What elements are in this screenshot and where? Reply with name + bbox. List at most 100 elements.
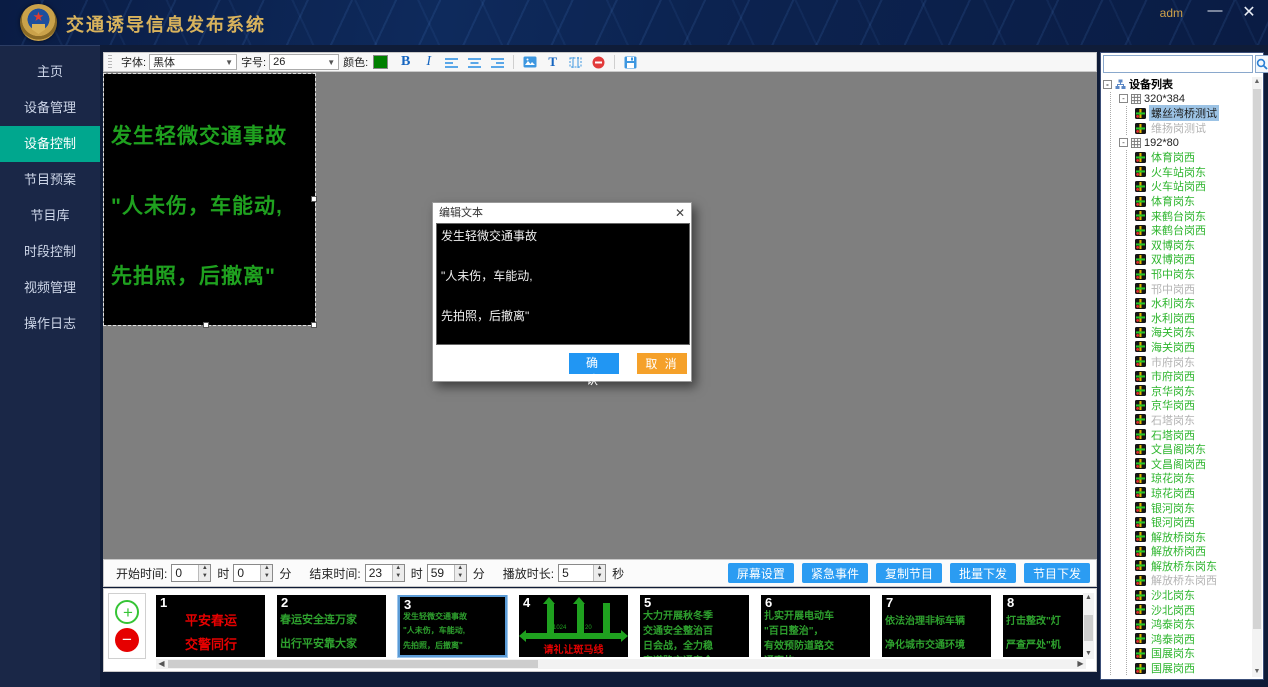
sidebar-item-设备控制[interactable]: 设备控制 [0,126,100,162]
spin-up-icon[interactable]: ▲ [261,565,272,573]
spin-down-icon[interactable]: ▼ [199,573,210,581]
spin-up-icon[interactable]: ▲ [455,565,466,573]
align-left-icon[interactable] [444,55,459,70]
tree-expander-icon[interactable]: - [1103,80,1112,89]
start-hour-stepper[interactable]: 0 ▲▼ [171,564,211,582]
duration-stepper[interactable]: 5 ▲▼ [558,564,606,582]
copy-program-button[interactable]: 复制节目 [876,563,942,583]
confirm-button[interactable]: 确 认 [569,353,619,374]
search-icon[interactable] [1255,55,1268,73]
insert-image-icon[interactable] [522,55,537,70]
playlist-thumbnail[interactable]: 2春运安全连万家出行平安靠大家 [277,595,386,657]
device-node[interactable]: 鸿泰岗西 [1135,632,1251,647]
playlist-vertical-scrollbar[interactable]: ▲ ▼ [1083,593,1094,659]
device-node[interactable]: 国展岗西 [1135,661,1251,676]
close-icon[interactable]: ✕ [1238,2,1260,22]
color-swatch[interactable] [373,55,388,69]
add-frame-button[interactable]: + [115,600,139,624]
scrollbar-thumb[interactable] [1084,615,1093,641]
minimize-icon[interactable]: — [1204,2,1226,19]
device-node[interactable]: 来鹤台岗东 [1135,208,1251,223]
device-node[interactable]: 解放桥岗东 [1135,529,1251,544]
sidebar-item-视频管理[interactable]: 视频管理 [0,270,100,306]
tree-root[interactable]: -设备列表 [1103,77,1251,92]
tree-expander-icon[interactable]: - [1119,138,1128,147]
selection-handle[interactable] [311,322,317,328]
sidebar-item-操作日志[interactable]: 操作日志 [0,306,100,342]
device-node[interactable]: 银河岗东 [1135,500,1251,515]
device-node[interactable]: 沙北岗东 [1135,588,1251,603]
emergency-event-button[interactable]: 紧急事件 [802,563,868,583]
playlist-thumbnail[interactable]: 6扎实开展电动车"百日整治"，有效预防道路交通事故。 [761,595,870,657]
device-node[interactable]: 琼花岗西 [1135,486,1251,501]
stop-icon[interactable] [591,55,606,70]
scroll-down-icon[interactable]: ▼ [1252,667,1262,677]
cancel-button[interactable]: 取 消 [637,353,687,374]
device-node[interactable]: 解放桥东岗东 [1135,559,1251,574]
sidebar-item-时段控制[interactable]: 时段控制 [0,234,100,270]
device-node[interactable]: 水利岗西 [1135,311,1251,326]
text-editor-area[interactable]: 发生轻微交通事故"人未伤，车能动,先拍照，后撤离" [436,223,690,345]
playlist-horizontal-scrollbar[interactable]: ◀ ▶ [156,659,1086,669]
end-hour-stepper[interactable]: 23 ▲▼ [365,564,405,582]
scroll-right-icon[interactable]: ▶ [1075,659,1086,669]
playlist-thumbnail[interactable]: 7依法治理非标车辆净化城市交通环境 [882,595,991,657]
close-icon[interactable]: ✕ [675,206,685,220]
send-program-button[interactable]: 节目下发 [1024,563,1090,583]
start-minute-stepper[interactable]: 0 ▲▼ [233,564,273,582]
device-node[interactable]: 螺丝湾桥测试 [1135,106,1251,121]
device-node[interactable]: 文昌阁岗西 [1135,456,1251,471]
text-tool-icon[interactable]: T [545,55,560,70]
toolbar-grip[interactable] [108,55,112,69]
spin-down-icon[interactable]: ▼ [261,573,272,581]
bold-icon[interactable]: B [398,55,413,70]
align-center-icon[interactable] [467,55,482,70]
device-node[interactable]: 来鹤台岗西 [1135,223,1251,238]
device-node[interactable]: 石塔岗西 [1135,427,1251,442]
device-node[interactable]: 体育岗西 [1135,150,1251,165]
device-node[interactable]: 双博岗西 [1135,252,1251,267]
playlist-thumbnail[interactable]: 1平安春运交警同行 [156,595,265,657]
delete-frame-button[interactable]: − [115,628,139,652]
scrollbar-thumb[interactable] [168,660,538,668]
device-node[interactable]: 邗中岗东 [1135,267,1251,282]
sidebar-item-节目预案[interactable]: 节目预案 [0,162,100,198]
tree-group-192*80[interactable]: -192*80 [1119,135,1251,150]
device-node[interactable]: 市府岗东 [1135,354,1251,369]
selection-handle[interactable] [311,196,317,202]
screen-settings-button[interactable]: 屏幕设置 [728,563,794,583]
device-node[interactable]: 银河岗西 [1135,515,1251,530]
device-node[interactable]: 京华岗东 [1135,383,1251,398]
spin-up-icon[interactable]: ▲ [594,565,605,573]
device-search-input[interactable] [1103,55,1253,73]
spin-down-icon[interactable]: ▼ [455,573,466,581]
device-node[interactable]: 邗中岗西 [1135,281,1251,296]
device-node[interactable]: 火车站岗东 [1135,165,1251,180]
playlist-thumbnail[interactable]: 3发生轻微交通事故"人未伤，车能动,先拍照，后撤离" [398,595,507,657]
scroll-up-icon[interactable]: ▲ [1252,77,1262,87]
spin-down-icon[interactable]: ▼ [393,573,404,581]
save-icon[interactable] [623,55,638,70]
device-node[interactable]: 国展岗东 [1135,646,1251,661]
end-minute-stepper[interactable]: 59 ▲▼ [427,564,467,582]
tree-expander-icon[interactable]: - [1119,94,1128,103]
sidebar-item-主页[interactable]: 主页 [0,54,100,90]
selection-handle[interactable] [203,322,209,328]
scrollbar-thumb[interactable] [1253,89,1261,629]
scroll-up-icon[interactable]: ▲ [1083,593,1094,603]
align-right-icon[interactable] [490,55,505,70]
device-node[interactable]: 海关岗西 [1135,340,1251,355]
device-node[interactable]: 市府岗西 [1135,369,1251,384]
sidebar-item-节目库[interactable]: 节目库 [0,198,100,234]
device-node[interactable]: 解放桥东岗西 [1135,573,1251,588]
device-node[interactable]: 文昌阁岗东 [1135,442,1251,457]
device-node[interactable]: 鸿泰岗东 [1135,617,1251,632]
led-preview[interactable]: 发生轻微交通事故"人未伤，车能动,先拍照，后撤离" [104,74,315,325]
device-node[interactable]: 石塔岗东 [1135,413,1251,428]
device-node[interactable]: 双博岗东 [1135,238,1251,253]
device-node[interactable]: 琼花岗东 [1135,471,1251,486]
device-node[interactable]: 体育岗东 [1135,194,1251,209]
font-size-select[interactable]: 26 ▼ [269,54,339,70]
font-select[interactable]: 黑体 ▼ [149,54,237,70]
spin-up-icon[interactable]: ▲ [199,565,210,573]
